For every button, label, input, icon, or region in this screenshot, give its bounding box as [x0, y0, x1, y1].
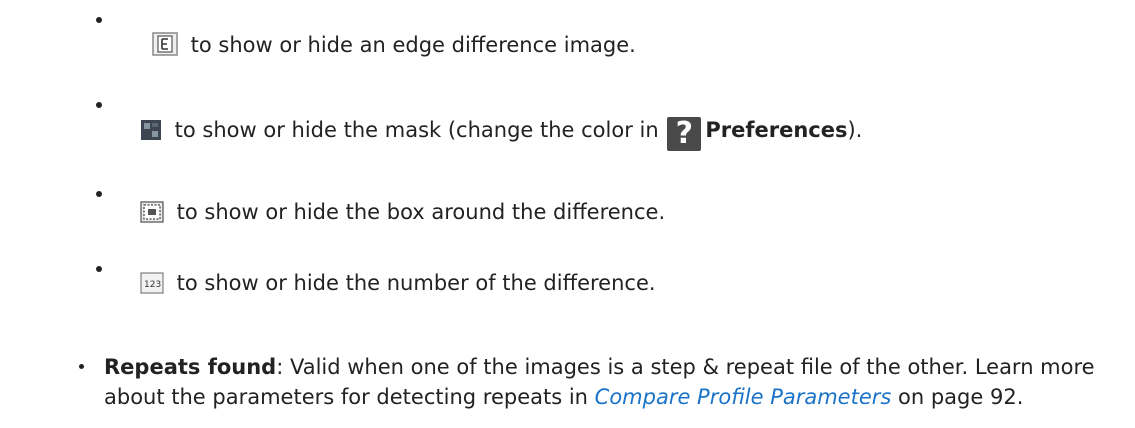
edge-difference-icon — [152, 32, 178, 64]
bullet — [96, 102, 102, 108]
list-item-mask: to show or hide the mask (change the col… — [140, 115, 862, 151]
bullet — [96, 17, 102, 23]
help-icon: ? — [667, 117, 702, 151]
compare-profile-parameters-link[interactable]: Compare Profile Parameters — [595, 385, 892, 409]
preferences-label: Preferences — [705, 118, 848, 142]
item-text-after: ). — [847, 118, 863, 142]
item-text: to show or hide the box around the diffe… — [170, 200, 666, 224]
bullet — [96, 191, 102, 197]
item-text: to show or hide the number of the differ… — [170, 271, 656, 295]
item-text-before: to show or hide the mask (change the col… — [168, 118, 666, 142]
bullet — [96, 266, 102, 272]
list-item-box: to show or hide the box around the diffe… — [140, 197, 665, 231]
list-item-edge: to show or hide an edge difference image… — [152, 30, 636, 64]
repeats-paragraph: Repeats found: Valid when one of the ima… — [104, 352, 1114, 412]
repeats-term: Repeats found — [104, 355, 277, 379]
bullet — [79, 364, 84, 369]
svg-text:123: 123 — [144, 280, 161, 290]
item-text: to show or hide an edge difference image… — [184, 33, 636, 57]
number-icon: 123 — [140, 272, 164, 302]
box-icon — [140, 201, 164, 231]
mask-icon — [140, 119, 162, 149]
repeats-text-2: on page 92. — [891, 385, 1024, 409]
list-item-number: 123 to show or hide the number of the di… — [140, 268, 656, 302]
